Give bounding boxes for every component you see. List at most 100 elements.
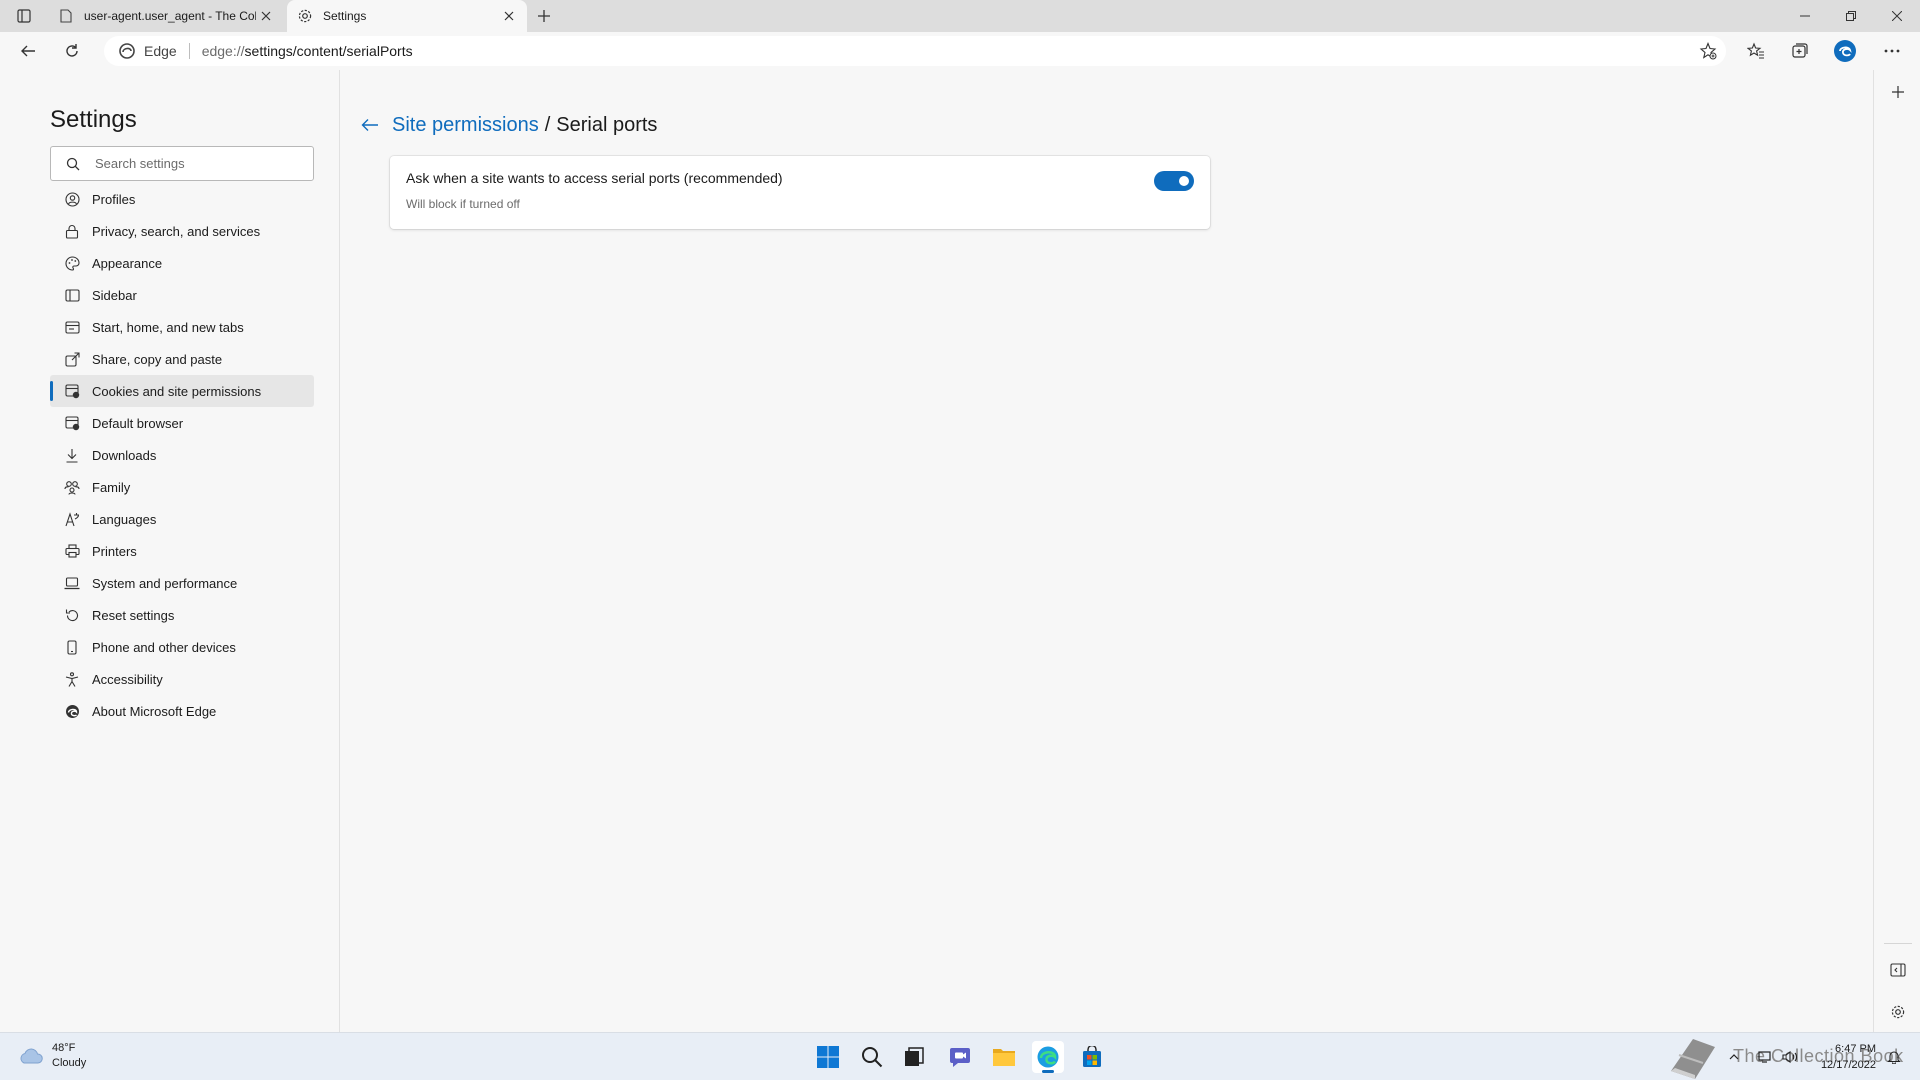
lock-icon (64, 223, 80, 239)
search-icon (65, 156, 81, 172)
reset-icon (64, 607, 80, 623)
tab-title: Settings (323, 9, 367, 23)
home-tab-icon (64, 319, 80, 335)
toggle-knob (1179, 176, 1189, 186)
clock-date: 12/17/2022 (1820, 1059, 1876, 1071)
edge-taskbar-icon[interactable] (1032, 1041, 1064, 1073)
download-icon (64, 447, 80, 463)
sidebar-item-printers[interactable]: Printers (50, 535, 314, 567)
close-tab-icon[interactable] (499, 6, 519, 26)
settings-page: Settings Profiles Privacy, search, and s… (0, 70, 1873, 1032)
more-options-icon[interactable] (1878, 37, 1906, 65)
taskbar-clock[interactable]: 6:47 PM 12/17/2022 (1810, 1041, 1876, 1073)
sidebar-item-label: About Microsoft Edge (92, 703, 217, 719)
breadcrumb-current: Serial ports (556, 113, 658, 136)
notifications-icon[interactable] (1886, 1049, 1902, 1065)
edge-icon (64, 703, 80, 719)
sidebar-item-label: Reset settings (92, 607, 175, 623)
collections-icon[interactable] (1786, 37, 1814, 65)
sidebar-item-reset[interactable]: Reset settings (50, 599, 314, 631)
close-window-icon[interactable] (1874, 0, 1920, 32)
profile-avatar-icon[interactable] (1831, 37, 1859, 65)
ask-serial-ports-toggle[interactable] (1154, 171, 1194, 191)
sidebar-item-label: Accessibility (92, 671, 163, 687)
phone-icon (64, 639, 80, 655)
sidebar-item-start-home[interactable]: Start, home, and new tabs (50, 311, 314, 343)
sidebar-item-sidebar[interactable]: Sidebar (50, 279, 314, 311)
start-icon[interactable] (812, 1041, 844, 1073)
rail-divider (1884, 943, 1912, 944)
add-favorite-icon[interactable] (1698, 41, 1718, 61)
favorites-icon[interactable] (1742, 37, 1770, 65)
store-icon[interactable] (1076, 1041, 1108, 1073)
cloud-icon (20, 1048, 43, 1064)
sidebar-item-family[interactable]: Family (50, 471, 314, 503)
new-tab-icon[interactable] (532, 4, 556, 28)
restore-icon[interactable] (1828, 0, 1874, 32)
gear-icon (297, 8, 313, 24)
sidebar-item-appearance[interactable]: Appearance (50, 247, 314, 279)
share-icon (64, 351, 80, 367)
url-text[interactable]: edge://settings/content/serialPorts (202, 43, 413, 59)
sidebar-item-privacy[interactable]: Privacy, search, and services (50, 215, 314, 247)
tab-user-agent[interactable]: user-agent.user_agent - The Coll (48, 0, 284, 32)
address-divider (188, 43, 190, 59)
printer-icon (64, 543, 80, 559)
sidebar-icon (64, 287, 80, 303)
accessibility-icon (64, 671, 80, 687)
languages-icon (64, 511, 80, 527)
volume-icon[interactable] (1782, 1049, 1798, 1065)
breadcrumb: Site permissions / Serial ports (360, 110, 657, 140)
tab-strip: user-agent.user_agent - The Coll Setting… (0, 0, 1920, 32)
address-bar[interactable]: Edge edge://settings/content/serialPorts (104, 36, 1726, 66)
tab-actions-icon[interactable] (12, 6, 36, 26)
search-settings-box[interactable] (50, 146, 314, 181)
back-icon[interactable] (14, 37, 42, 65)
hide-sidebar-icon[interactable] (1886, 958, 1910, 982)
sidebar-settings-gear-icon[interactable] (1886, 1000, 1910, 1024)
family-icon (64, 479, 80, 495)
sidebar-item-cookies[interactable]: Cookies and site permissions (50, 375, 314, 407)
serial-ports-setting-card: Ask when a site wants to access serial p… (390, 156, 1210, 229)
search-input[interactable] (95, 156, 295, 171)
clock-time: 6:47 PM (1835, 1043, 1876, 1055)
page-title: Settings (50, 106, 137, 133)
cookies-icon (64, 383, 80, 399)
file-explorer-icon[interactable] (988, 1041, 1020, 1073)
minimize-icon[interactable] (1782, 0, 1828, 32)
close-tab-icon[interactable] (256, 6, 276, 26)
breadcrumb-site-permissions-link[interactable]: Site permissions (392, 114, 539, 137)
page-icon (58, 8, 74, 24)
tab-title: user-agent.user_agent - The Coll (84, 9, 256, 23)
task-view-icon[interactable] (898, 1041, 930, 1073)
sidebar-item-about[interactable]: About Microsoft Edge (50, 695, 314, 727)
book-watermark-icon (1671, 1039, 1715, 1079)
tab-settings[interactable]: Settings (287, 0, 527, 32)
add-sidebar-app-icon[interactable] (1886, 80, 1910, 104)
sidebar-item-phone[interactable]: Phone and other devices (50, 631, 314, 663)
windows-taskbar: 48°F Cloudy The Collection Book 6:47 PM … (0, 1032, 1920, 1080)
sidebar-item-profiles[interactable]: Profiles (50, 183, 314, 215)
weather-widget[interactable]: 48°F Cloudy (18, 1041, 86, 1071)
edge-sidebar-rail (1873, 70, 1920, 1032)
sidebar-item-accessibility[interactable]: Accessibility (50, 663, 314, 695)
show-hidden-icons-icon[interactable] (1726, 1049, 1742, 1065)
sidebar-item-share-copy[interactable]: Share, copy and paste (50, 343, 314, 375)
sidebar-item-system[interactable]: System and performance (50, 567, 314, 599)
sidebar-item-label: Phone and other devices (92, 639, 236, 655)
sidebar-item-label: Start, home, and new tabs (92, 319, 244, 335)
refresh-icon[interactable] (58, 37, 86, 65)
browser-toolbar: Edge edge://settings/content/serialPorts (0, 32, 1920, 70)
sidebar-item-downloads[interactable]: Downloads (50, 439, 314, 471)
sidebar-item-label: Default browser (92, 415, 184, 431)
search-taskbar-icon[interactable] (856, 1041, 888, 1073)
breadcrumb-separator: / (544, 113, 551, 136)
sidebar-item-languages[interactable]: Languages (50, 503, 314, 535)
back-arrow-icon[interactable] (360, 115, 380, 135)
site-identity-label: Edge (144, 43, 177, 59)
network-icon[interactable] (1758, 1049, 1774, 1065)
sidebar-item-default-browser[interactable]: Default browser (50, 407, 314, 439)
sidebar-item-label: Printers (92, 543, 137, 559)
teams-chat-icon[interactable] (944, 1041, 976, 1073)
weather-desc: Cloudy (52, 1057, 87, 1069)
